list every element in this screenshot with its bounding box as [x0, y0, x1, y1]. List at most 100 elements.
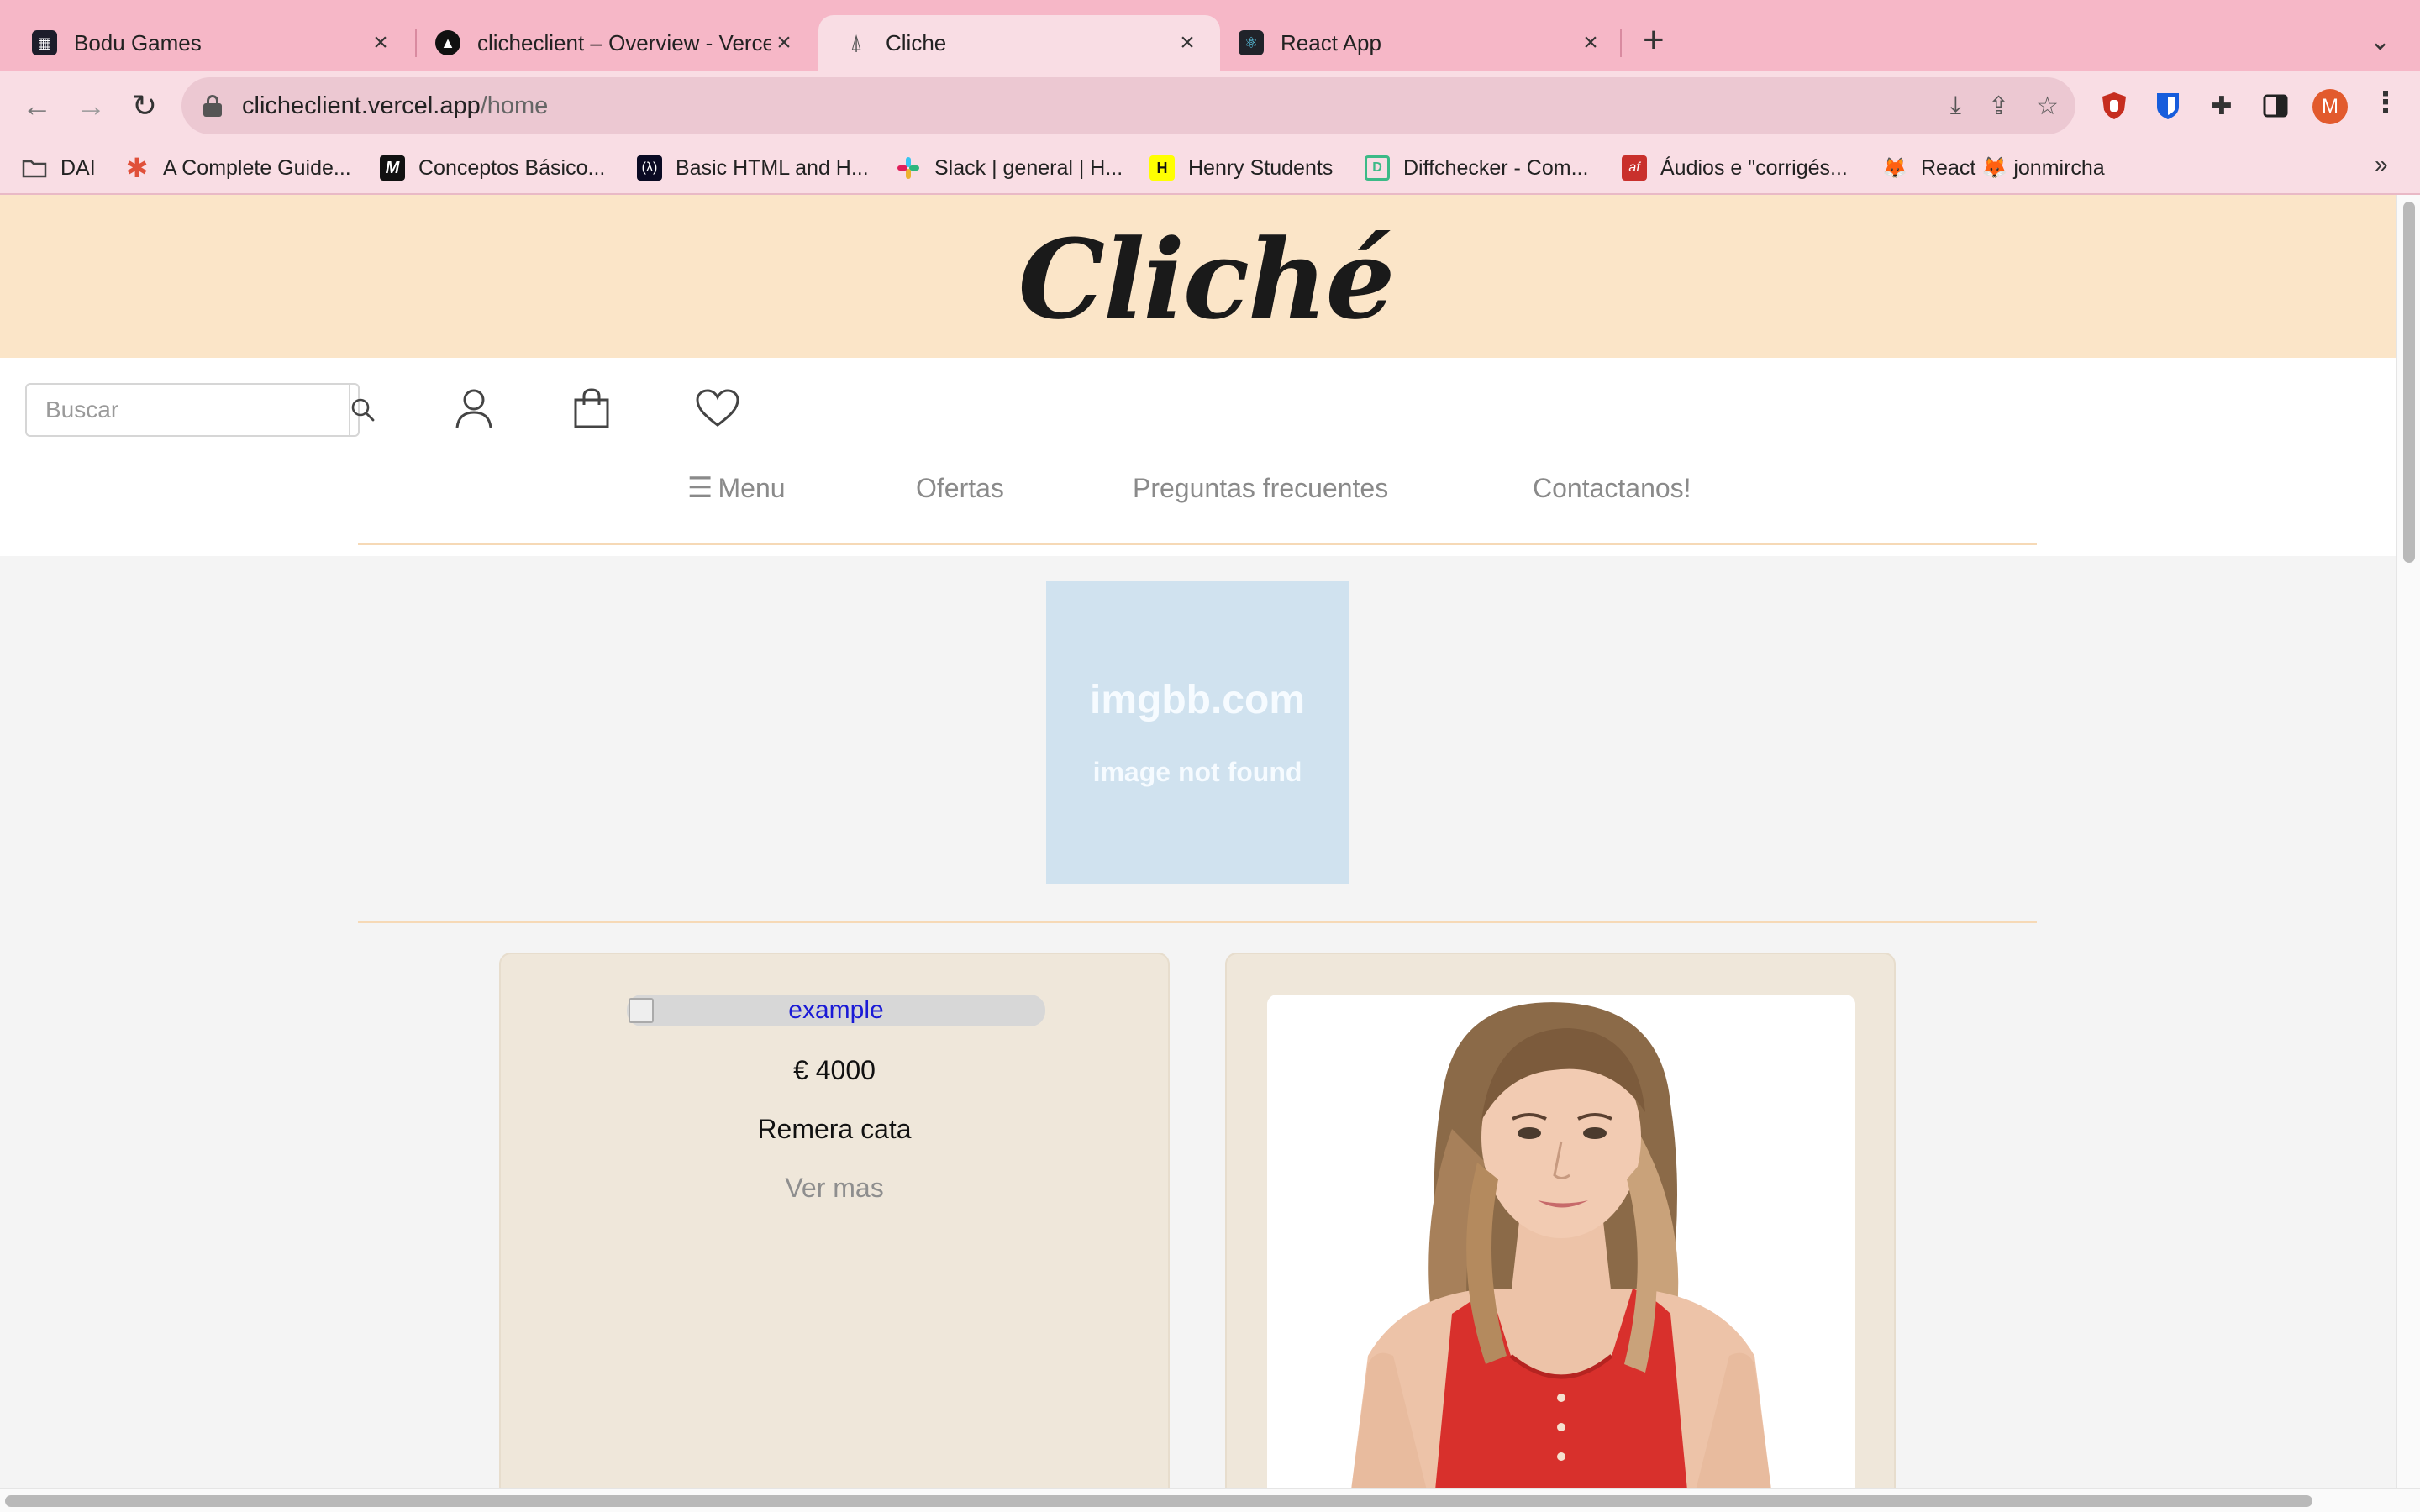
- url-path: /home: [480, 92, 549, 119]
- browser-toolbar: ← → ↻ clicheclient.vercel.app/home ⤓ ⇪ ☆…: [0, 71, 2420, 141]
- more-menu-icon[interactable]: ⋮: [2371, 86, 2400, 119]
- star-icon[interactable]: ☆: [2036, 92, 2059, 121]
- view-more-link[interactable]: Ver mas: [501, 1173, 1168, 1204]
- vercel-favicon: ▲: [435, 30, 460, 55]
- vertical-scrollbar[interactable]: [2396, 195, 2420, 1488]
- tab-cliche[interactable]: ⍋ Cliche ×: [818, 15, 1220, 71]
- bookmark-label: DAI: [60, 155, 96, 180]
- tab-react-app[interactable]: ⚛ React App ×: [1220, 15, 1623, 71]
- bookmarks-bar: DAI ✱ A Complete Guide... M Conceptos Bá…: [0, 141, 2420, 195]
- m-logo-icon: M: [380, 155, 405, 181]
- bookmark-item[interactable]: D Diffchecker - Com...: [1365, 153, 1588, 183]
- bookmark-item[interactable]: 🦊 React 🦊 jonmircha: [1882, 153, 2105, 183]
- heart-icon: [696, 389, 739, 427]
- bookmark-label: Henry Students: [1188, 155, 1334, 180]
- tab-bodu-games[interactable]: ▦ Bodu Games ×: [0, 15, 413, 71]
- close-icon[interactable]: ×: [771, 29, 797, 57]
- url-text: clicheclient.vercel.app/home: [242, 92, 548, 120]
- broken-image-icon: [629, 998, 654, 1023]
- browser-chrome: ▦ Bodu Games × ▲ clicheclient – Overview…: [0, 0, 2420, 195]
- horizontal-scrollbar[interactable]: [0, 1488, 2420, 1512]
- page-content: Cliché ☰ Menu Ofertas Preguntas frecuent…: [0, 195, 2396, 1507]
- divider: [358, 543, 2037, 545]
- bookmark-label: Basic HTML and H...: [676, 155, 869, 180]
- search-button[interactable]: [349, 385, 376, 435]
- henry-icon: H: [1150, 155, 1175, 181]
- nav-menu[interactable]: ☰ Menu: [687, 459, 786, 517]
- product-name: Remera cata: [757, 1114, 912, 1144]
- bookmark-item[interactable]: af Áudios e "corrigés...: [1622, 153, 1848, 183]
- nav-preguntas-frecuentes[interactable]: Preguntas frecuentes: [1133, 459, 1388, 517]
- af-icon: af: [1622, 155, 1647, 181]
- bookmarks-overflow-button[interactable]: »: [2375, 151, 2388, 178]
- bookmark-item[interactable]: DAI: [22, 153, 96, 183]
- bookmark-item[interactable]: M Conceptos Básico...: [380, 153, 605, 183]
- cart-button[interactable]: [566, 383, 617, 433]
- image-alt-text: example: [788, 996, 884, 1024]
- bookmark-label: Conceptos Básico...: [418, 155, 606, 180]
- search-box: [25, 383, 375, 437]
- broken-product-image: example: [627, 995, 1045, 1026]
- new-tab-button[interactable]: +: [1643, 22, 1665, 59]
- account-button[interactable]: [449, 383, 499, 433]
- product-photo: [1267, 995, 1855, 1490]
- bodu-games-favicon: ▦: [32, 30, 57, 55]
- forward-arrow-icon[interactable]: →: [72, 87, 109, 124]
- share-icon[interactable]: ⇪: [1988, 92, 2009, 121]
- url-host: clicheclient.vercel.app: [242, 92, 481, 119]
- bookmark-item[interactable]: ✱ A Complete Guide...: [124, 153, 351, 183]
- nav-ofertas[interactable]: Ofertas: [916, 459, 1004, 517]
- site-logo[interactable]: Cliché: [1018, 212, 1396, 346]
- tab-vercel-overview[interactable]: ▲ clicheclient – Overview - Verce ×: [417, 15, 817, 71]
- fox-icon: 🦊: [1882, 156, 1907, 180]
- close-icon[interactable]: ×: [368, 29, 393, 57]
- tab-title: React App: [1281, 29, 1381, 55]
- address-bar[interactable]: clicheclient.vercel.app/home ⤓ ⇪ ☆: [182, 77, 2075, 134]
- tab-title: Cliche: [886, 29, 947, 55]
- side-panel-icon[interactable]: [2257, 87, 2294, 124]
- bookmark-label: Áudios e "corrigés...: [1660, 155, 1848, 180]
- slack-icon: [896, 155, 921, 181]
- bookmark-label: A Complete Guide...: [163, 155, 351, 180]
- install-app-icon[interactable]: ⤓: [1950, 92, 1961, 120]
- search-input[interactable]: [27, 385, 349, 435]
- cliche-favicon: ⍋: [850, 29, 863, 55]
- ublock-extension-icon[interactable]: [2096, 87, 2133, 124]
- react-favicon: ⚛: [1239, 30, 1264, 55]
- tab-title: Bodu Games: [74, 29, 202, 55]
- product-price: € 4000: [793, 1055, 876, 1085]
- back-arrow-icon[interactable]: ←: [18, 87, 55, 124]
- close-icon[interactable]: ×: [1175, 29, 1200, 57]
- omnibox-actions: ⤓ ⇪ ☆: [1950, 77, 2059, 134]
- profile-avatar[interactable]: M: [2312, 89, 2348, 124]
- tab-separator: [1620, 29, 1622, 57]
- chevron-down-icon[interactable]: ⌄: [2370, 27, 2391, 56]
- bookmark-item[interactable]: (λ) Basic HTML and H...: [637, 153, 869, 183]
- reload-icon[interactable]: ↻: [126, 87, 163, 124]
- nav-menu-label: Menu: [718, 472, 786, 503]
- scrollbar-thumb[interactable]: [2403, 202, 2415, 563]
- bookmark-item[interactable]: H Henry Students: [1150, 153, 1333, 183]
- divider: [358, 921, 2037, 923]
- lock-icon: [203, 95, 222, 117]
- close-icon[interactable]: ×: [1578, 29, 1603, 57]
- tab-strip: ▦ Bodu Games × ▲ clicheclient – Overview…: [0, 0, 2420, 77]
- folder-icon: [22, 155, 47, 181]
- product-card[interactable]: example € 4000 Remera cata Ver mas: [499, 953, 1170, 1507]
- bitwarden-extension-icon[interactable]: [2149, 87, 2186, 124]
- puzzle-extensions-icon[interactable]: ✚: [2203, 87, 2240, 124]
- search-icon: [351, 398, 375, 422]
- nav-contactanos[interactable]: Contactanos!: [1533, 459, 1691, 517]
- scrollbar-thumb[interactable]: [5, 1495, 2312, 1507]
- product-card[interactable]: [1225, 953, 1896, 1507]
- diffchecker-icon: D: [1365, 155, 1390, 181]
- bookmark-label: Diffchecker - Com...: [1403, 155, 1589, 180]
- bookmark-item[interactable]: Slack | general | H...: [896, 153, 1123, 183]
- freecodecamp-icon: (λ): [637, 155, 662, 181]
- placeholder-status-text: image not found: [1092, 757, 1302, 787]
- wishlist-button[interactable]: [692, 383, 743, 433]
- tab-title: clicheclient – Overview - Verce: [477, 29, 771, 55]
- banner-image-placeholder: imgbb.com image not found: [1046, 581, 1349, 884]
- hamburger-icon: ☰: [687, 472, 713, 504]
- asterisk-icon: ✱: [125, 153, 149, 183]
